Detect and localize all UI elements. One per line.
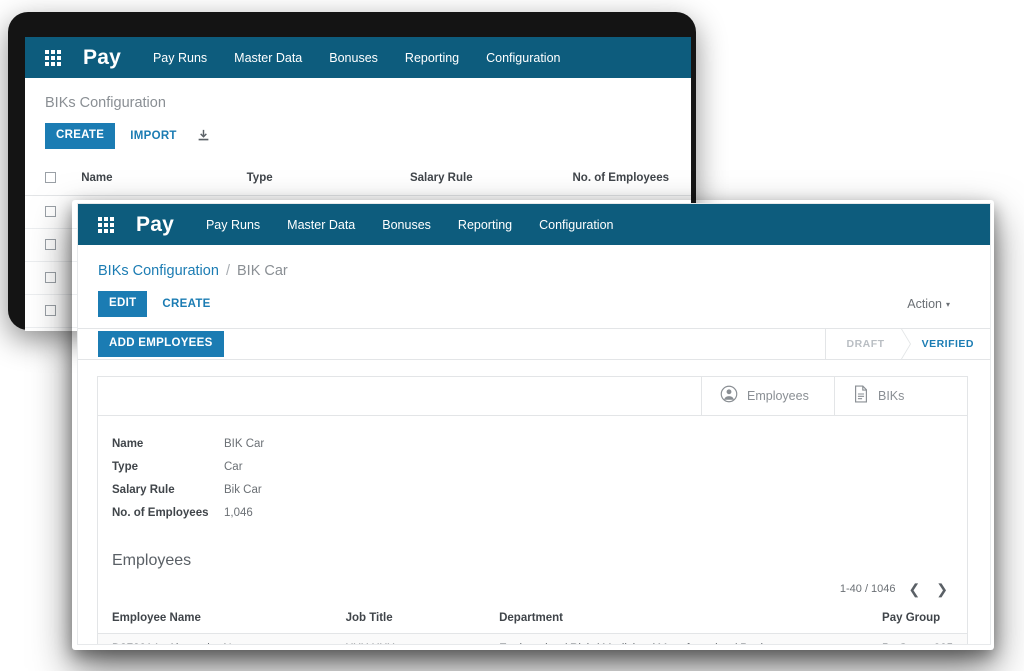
- pagination: 1-40 / 1046 ❮ ❯: [98, 570, 967, 604]
- front-window: Pay Pay Runs Master Data Bonuses Reporti…: [77, 203, 991, 645]
- field-no-of-employees-label: No. of Employees: [112, 506, 209, 519]
- stage-pipeline: DRAFT VERIFIED: [825, 328, 990, 359]
- column-header-employee-name: Employee Name: [98, 603, 346, 634]
- nav-item-configuration[interactable]: Configuration: [486, 51, 560, 65]
- row-checkbox[interactable]: [45, 272, 56, 284]
- nav-item-bonuses[interactable]: Bonuses: [329, 51, 378, 65]
- action-dropdown[interactable]: Action ▾: [907, 297, 950, 311]
- status-badge-verified-label: VERIFIED: [921, 337, 974, 350]
- field-type: Type Car: [112, 461, 967, 473]
- field-name-value: BIK Car: [224, 437, 265, 450]
- page-title: BIKs Configuration: [45, 95, 166, 111]
- person-icon: [720, 385, 738, 406]
- screenshot-stage: Pay Pay Runs Master Data Bonuses Reporti…: [0, 0, 1024, 671]
- field-salary-rule-value: Bik Car: [224, 483, 262, 496]
- column-header-type: Type: [246, 160, 410, 196]
- breadcrumb: BIKs Configuration / BIK Car: [78, 245, 990, 279]
- field-salary-rule: Salary Rule Bik Car: [112, 484, 967, 496]
- select-all-header: [25, 160, 82, 196]
- field-type-label: Type: [112, 460, 138, 473]
- status-badge-draft-label: DRAFT: [846, 337, 885, 350]
- detail-card: Employees BIKs Name BIK Car Type Car Sal…: [97, 375, 968, 644]
- app-brand: Pay: [136, 212, 174, 236]
- nav-item-pay-runs[interactable]: Pay Runs: [206, 218, 260, 232]
- employees-section-title: Employees: [112, 551, 192, 569]
- nav-item-master-data[interactable]: Master Data: [234, 51, 302, 65]
- chevron-left-icon[interactable]: ❮: [906, 582, 924, 596]
- download-icon[interactable]: [197, 129, 210, 142]
- field-type-value: Car: [224, 460, 243, 473]
- row-checkbox[interactable]: [45, 239, 56, 251]
- row-checkbox[interactable]: [45, 305, 56, 317]
- add-employees-button[interactable]: ADD EMPLOYEES: [98, 330, 224, 357]
- column-header-job-title: Job Title: [345, 603, 500, 634]
- chevron-down-icon: ▾: [945, 300, 950, 310]
- table-header-row: Name Type Salary Rule No. of Employees: [25, 160, 691, 196]
- detail-fields: Name BIK Car Type Car Salary Rule Bik Ca…: [98, 416, 967, 538]
- column-header-pay-group: Pay Group: [882, 603, 967, 634]
- stage-arrow: [900, 328, 910, 359]
- tab-biks-label: BIKs: [878, 388, 905, 403]
- breadcrumb-current: BIK Car: [237, 263, 288, 279]
- action-dropdown-label: Action: [907, 296, 942, 311]
- row-checkbox[interactable]: [45, 206, 56, 218]
- employees-header-row: Employee Name Job Title Department Pay G…: [98, 603, 967, 634]
- front-nav-menu: Pay Runs Master Data Bonuses Reporting C…: [206, 218, 641, 232]
- tab-biks[interactable]: BIKs: [834, 376, 967, 415]
- tab-employees[interactable]: Employees: [701, 376, 834, 415]
- employees-table: Employee Name Job Title Department Pay G…: [98, 603, 967, 644]
- front-toolbar: EDIT CREATE Action ▾: [78, 279, 990, 317]
- nav-item-master-data[interactable]: Master Data: [287, 218, 355, 232]
- back-navbar: Pay Pay Runs Master Data Bonuses Reporti…: [25, 37, 691, 78]
- employees-table-body: D372014 - Alexander Nguyen XXX XXXn Engi…: [98, 633, 967, 644]
- field-name-label: Name: [112, 437, 144, 450]
- field-salary-rule-label: Salary Rule: [112, 483, 175, 496]
- column-header-department: Department: [499, 603, 883, 634]
- cell-department: Engineering / Risk / Medicine / Manufact…: [499, 633, 883, 644]
- import-button[interactable]: IMPORT: [130, 130, 177, 142]
- back-toolbar: CREATE IMPORT: [25, 111, 691, 149]
- back-nav-menu: Pay Runs Master Data Bonuses Reporting C…: [153, 51, 588, 65]
- status-badge-draft[interactable]: DRAFT: [825, 328, 911, 359]
- edit-button[interactable]: EDIT: [98, 291, 148, 317]
- cell-pay-group: 5 - Group 005: [882, 633, 967, 644]
- nav-item-reporting[interactable]: Reporting: [405, 51, 459, 65]
- content-area: Employees BIKs Name BIK Car Type Car Sal…: [78, 360, 990, 644]
- nav-item-configuration[interactable]: Configuration: [539, 218, 613, 232]
- field-no-of-employees: No. of Employees 1,046: [112, 507, 967, 519]
- status-badge-verified[interactable]: VERIFIED: [900, 328, 990, 359]
- apps-grid-icon[interactable]: [45, 49, 61, 66]
- status-bar-left: ADD EMPLOYEES: [78, 329, 825, 359]
- column-header-name: Name: [81, 160, 247, 196]
- cell-employee-name: D372014 - Alexander Nguyen: [98, 633, 346, 644]
- column-header-salary-rule: Salary Rule: [409, 160, 573, 196]
- document-icon: [853, 385, 869, 406]
- chevron-right-icon[interactable]: ❯: [933, 582, 951, 596]
- status-bar: ADD EMPLOYEES DRAFT VERIFIED: [78, 327, 990, 360]
- breadcrumb-parent-link[interactable]: BIKs Configuration: [98, 263, 219, 279]
- field-name: Name BIK Car: [112, 438, 967, 450]
- tab-employees-label: Employees: [747, 388, 809, 403]
- nav-item-pay-runs[interactable]: Pay Runs: [153, 51, 207, 65]
- field-no-of-employees-value: 1,046: [224, 506, 253, 519]
- create-button[interactable]: CREATE: [45, 123, 116, 149]
- apps-grid-icon[interactable]: [98, 216, 114, 233]
- nav-item-bonuses[interactable]: Bonuses: [382, 218, 431, 232]
- nav-item-reporting[interactable]: Reporting: [458, 218, 512, 232]
- front-navbar: Pay Pay Runs Master Data Bonuses Reporti…: [78, 204, 990, 245]
- create-button[interactable]: CREATE: [162, 298, 210, 310]
- breadcrumb-separator: /: [225, 263, 230, 279]
- card-tabs: Employees BIKs: [98, 376, 967, 416]
- select-all-checkbox[interactable]: [45, 172, 56, 184]
- app-brand: Pay: [83, 45, 121, 69]
- pagination-range: 1-40 / 1046: [839, 582, 896, 595]
- column-header-no-of-employees: No. of Employees: [572, 160, 691, 196]
- cell-job-title: XXX XXXn: [345, 633, 500, 644]
- table-row[interactable]: D372014 - Alexander Nguyen XXX XXXn Engi…: [98, 633, 967, 644]
